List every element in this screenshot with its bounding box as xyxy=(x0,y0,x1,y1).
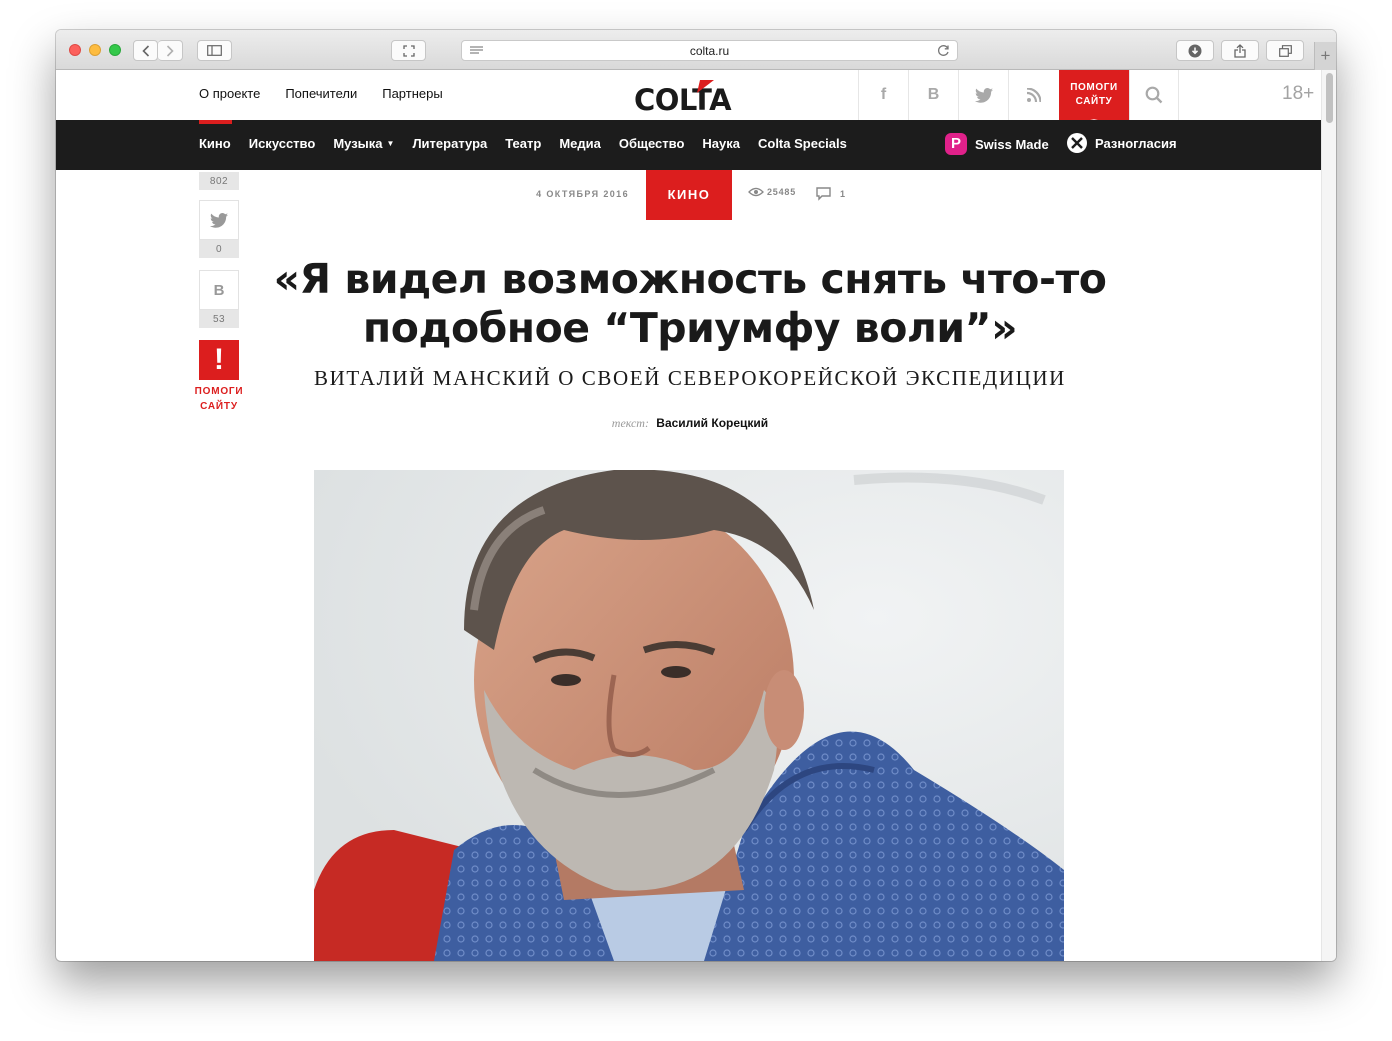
nav-item-music[interactable]: Музыка ▼ xyxy=(333,136,394,151)
maximize-window-button[interactable] xyxy=(109,44,121,56)
new-tab-button[interactable]: + xyxy=(1314,42,1336,70)
fullscreen-button[interactable] xyxy=(391,40,426,61)
site-logo[interactable]: COLTA xyxy=(634,77,744,113)
browser-toolbar: colta.ru + xyxy=(56,30,1336,70)
partner-raznoglasiya[interactable]: Разногласия xyxy=(1067,133,1177,153)
view-count: 25485 xyxy=(748,187,796,197)
share-count: 802 xyxy=(199,172,239,190)
article-date: 4 ОКТЯБРЯ 2016 xyxy=(536,189,629,199)
comment-icon xyxy=(816,187,831,201)
facebook-link[interactable]: f xyxy=(858,70,908,120)
nav-item-art[interactable]: Искусство xyxy=(249,136,316,151)
rss-icon xyxy=(1026,88,1041,102)
vkontakte-icon: B xyxy=(927,86,940,103)
support-site-button[interactable]: ПОМОГИ САЙТУ xyxy=(1059,70,1129,126)
search-icon xyxy=(1145,86,1163,104)
twitter-share-count: 0 xyxy=(199,240,239,258)
twitter-icon xyxy=(974,87,993,103)
nav-item-theatre[interactable]: Театр xyxy=(505,136,541,151)
article-subtitle: Виталий Манский о своей северокорейской … xyxy=(314,366,1066,390)
portrait-illustration xyxy=(314,470,1064,961)
author-link[interactable]: Василий Корецкий xyxy=(656,416,768,430)
age-rating: 18+ xyxy=(1282,83,1315,104)
partner-swiss-made[interactable]: P Swiss Made xyxy=(945,133,1049,155)
scrollbar-thumb[interactable] xyxy=(1326,73,1333,123)
nav-item-music-label: Музыка xyxy=(333,136,383,151)
byline-label: текст: xyxy=(611,416,649,430)
raznoglasiya-icon xyxy=(1067,133,1087,153)
partner-swiss-made-label: Swiss Made xyxy=(975,136,1049,152)
tabs-icon xyxy=(1278,44,1292,57)
share-count-top: 802 xyxy=(199,172,239,190)
view-count-value: 25485 xyxy=(767,187,797,197)
nav-item-kino[interactable]: Кино xyxy=(199,136,231,151)
share-button[interactable] xyxy=(1221,40,1259,61)
eye-icon xyxy=(748,187,764,197)
chevron-left-icon xyxy=(141,44,149,57)
share-vk-button[interactable]: B xyxy=(199,270,239,310)
tabs-overview-button[interactable] xyxy=(1266,40,1304,61)
nav-item-science[interactable]: Наука xyxy=(702,136,740,151)
article-byline: текст: Василий Корецкий xyxy=(456,416,924,431)
search-button[interactable] xyxy=(1129,70,1179,120)
sidebar-icon xyxy=(207,45,222,56)
comment-count[interactable]: 1 xyxy=(816,187,845,201)
comment-count-value: 1 xyxy=(840,189,846,199)
sidebar-toggle-button[interactable] xyxy=(197,40,232,61)
article-title: «Я видел возможность снять что-то подобн… xyxy=(273,255,1107,352)
rss-link[interactable] xyxy=(1008,70,1058,120)
facebook-icon: f xyxy=(880,86,887,103)
vk-share-count: 53 xyxy=(199,310,239,328)
vkontakte-icon: B xyxy=(213,281,225,299)
url-text: colta.ru xyxy=(689,44,730,58)
download-icon xyxy=(1188,44,1202,57)
nav-item-media[interactable]: Медиа xyxy=(559,136,601,151)
twitter-link[interactable] xyxy=(958,70,1008,120)
close-window-button[interactable] xyxy=(69,44,81,56)
logo-text: COLTA xyxy=(634,83,732,113)
downloads-button[interactable] xyxy=(1176,40,1214,61)
main-nav: Кино Искусство Музыка ▼ Литература Театр … xyxy=(56,120,1321,170)
share-twitter[interactable]: 0 xyxy=(199,200,239,258)
twitter-icon xyxy=(210,212,228,228)
expand-icon xyxy=(402,44,415,57)
active-nav-marker xyxy=(199,120,232,124)
minimize-window-button[interactable] xyxy=(89,44,101,56)
share-icon xyxy=(1234,43,1246,58)
swiss-made-icon: P xyxy=(945,133,967,155)
browser-window: colta.ru + О проекте Попечители Партнеры… xyxy=(56,30,1336,961)
section-links: Кино Искусство Музыка ▼ Литература Театр … xyxy=(199,136,847,151)
article-rubric[interactable]: КИНО xyxy=(646,170,732,220)
social-links: f B xyxy=(858,70,1058,120)
nav-item-society[interactable]: Общество xyxy=(619,136,685,151)
support-site-label: ПОМОГИ САЙТУ xyxy=(1070,82,1118,107)
reload-icon[interactable] xyxy=(937,44,950,57)
site-top-bar: О проекте Попечители Партнеры COLTA f B … xyxy=(56,70,1321,126)
caret-down-icon: ▼ xyxy=(386,139,395,148)
support-site-sidebar-button[interactable]: ! xyxy=(199,340,239,380)
back-button[interactable] xyxy=(133,40,158,61)
crossed-tools-icon xyxy=(1071,137,1083,149)
support-site-sidebar-label[interactable]: ПОМОГИ САЙТУ xyxy=(184,384,254,414)
top-link-about[interactable]: О проекте xyxy=(199,86,260,101)
address-bar[interactable]: colta.ru xyxy=(461,40,958,61)
top-link-partners[interactable]: Партнеры xyxy=(382,86,442,101)
plus-icon: + xyxy=(1320,46,1331,65)
article-photo xyxy=(314,470,1064,961)
top-links: О проекте Попечители Партнеры xyxy=(199,86,443,101)
support-label-line-2: САЙТУ xyxy=(200,401,238,412)
top-link-trustees[interactable]: Попечители xyxy=(285,86,357,101)
vkontakte-link[interactable]: B xyxy=(908,70,958,120)
page-scrollbar[interactable] xyxy=(1321,70,1336,961)
share-twitter-button[interactable] xyxy=(199,200,239,240)
share-vk[interactable]: B 53 xyxy=(199,270,239,328)
support-label-line-1: ПОМОГИ xyxy=(194,386,244,397)
partner-raznoglasiya-label: Разногласия xyxy=(1095,135,1177,151)
nav-item-colta-specials[interactable]: Colta Specials xyxy=(758,136,847,151)
chevron-right-icon xyxy=(166,44,174,57)
nav-item-literature[interactable]: Литература xyxy=(412,136,487,151)
forward-button[interactable] xyxy=(158,40,183,61)
